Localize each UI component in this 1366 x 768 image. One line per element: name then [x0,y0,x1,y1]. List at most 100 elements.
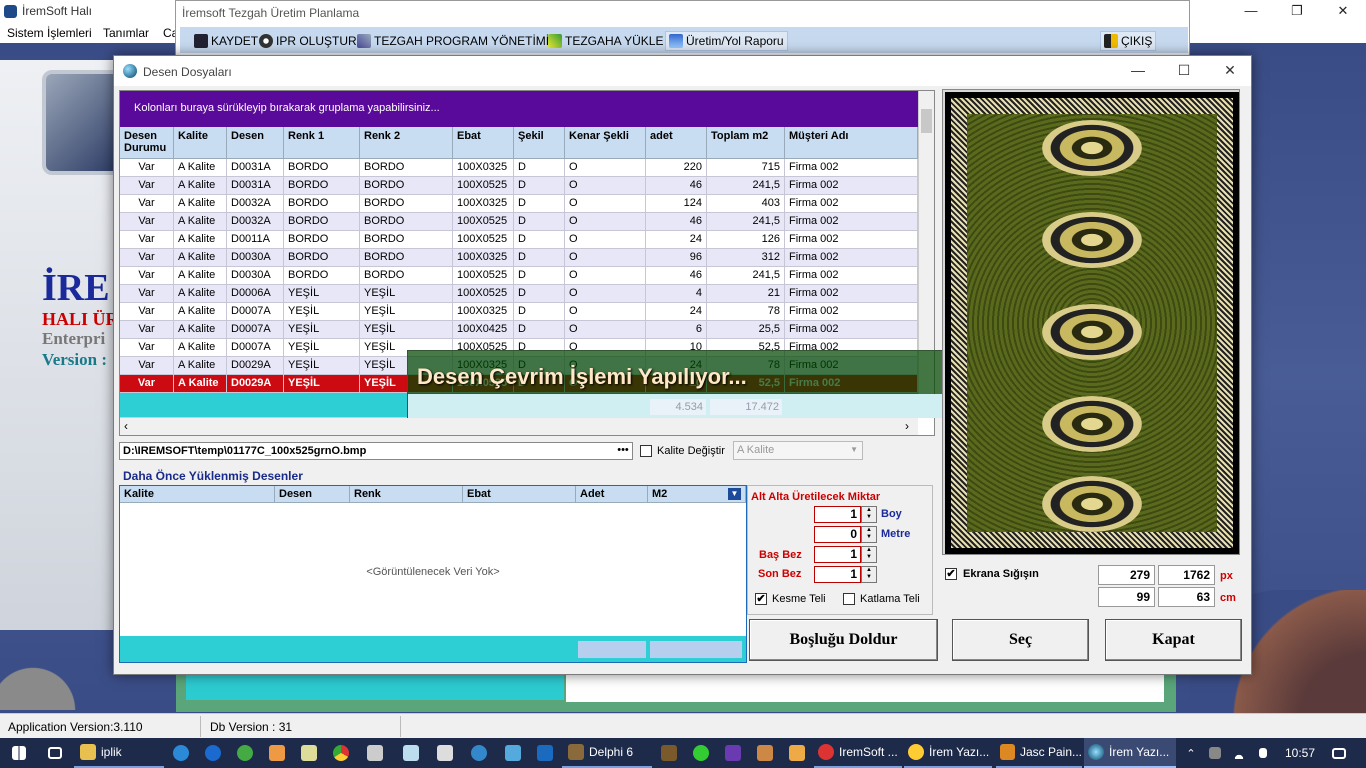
taskbar-chrome[interactable] [328,738,354,768]
column-header[interactable]: Renk 2 [360,127,453,159]
column-header[interactable]: Kalite [120,486,275,503]
column-header[interactable]: Toplam m2 [707,127,785,159]
save-button[interactable]: KAYDET [194,31,258,51]
scroll-left-icon[interactable]: ‹ [124,419,128,433]
stepper-arrows-icon[interactable]: ▲ ▼ [861,526,877,543]
table-row[interactable]: Var A Kalite D0030A BORDO BORDO 100X0525 D O 46 2… [120,267,918,285]
table-row[interactable]: Var A Kalite D0007A YEŞİL YEŞİL 100X0425 D O 6 25… [120,321,918,339]
dialog-close-button[interactable]: ✕ [1207,56,1253,86]
clock[interactable]: 10:57 [1278,738,1322,768]
taskbar-app[interactable] [362,738,388,768]
taskbar-ie[interactable] [168,738,194,768]
taskbar-edge[interactable] [200,738,226,768]
close-button[interactable]: ✕ [1320,0,1366,23]
scroll-thumb[interactable] [921,109,932,133]
kalite-degistir-checkbox[interactable] [640,445,652,457]
load-to-loom-button[interactable]: TEZGAHA YÜKLE [548,31,663,51]
group-by-panel[interactable]: Kolonları buraya sürükleyip bırakarak gr… [120,91,918,127]
menu-tanimlar[interactable]: Tanımlar [103,26,149,40]
taskbar-iremsoft[interactable]: IremSoft ... [814,738,902,768]
dialog-minimize-button[interactable]: — [1115,56,1161,86]
program-management-button[interactable]: TEZGAH PROGRAM YÖNETİMİ [357,31,549,51]
kalite-dropdown[interactable]: A Kalite ▼ [733,441,863,460]
taskbar-calculator[interactable] [432,738,458,768]
exit-button[interactable]: ÇIKIŞ [1100,31,1157,51]
boy-stepper[interactable]: 1 ▲ ▼ [814,506,877,523]
column-header[interactable]: Renk 1 [284,127,360,159]
column-filter-icon[interactable]: ▼ [728,488,741,500]
column-header[interactable]: Kenar Şekli [565,127,646,159]
task-view-button[interactable] [40,738,70,768]
son-bez-stepper[interactable]: 1 ▲ ▼ [814,566,877,583]
menu-sistem[interactable]: Sistem İşlemleri [7,26,92,40]
taskbar-visual-studio[interactable] [720,738,746,768]
taskbar-app[interactable] [296,738,322,768]
taskbar-jasc-paint[interactable]: Jasc Pain... [996,738,1082,768]
column-header[interactable]: Adet [576,486,648,503]
taskbar-iplik[interactable]: iplik [74,738,164,768]
bas-bez-stepper[interactable]: 1 ▲ ▼ [814,546,877,563]
taskbar-irem-yazi-1[interactable]: İrem Yazı... [904,738,992,768]
column-header[interactable]: Desen [227,127,284,159]
tray-app[interactable] [1204,738,1226,768]
select-button[interactable]: Seç [952,619,1089,661]
browse-button[interactable]: ••• [614,444,632,458]
metre-stepper[interactable]: 0 ▲ ▼ [814,526,877,543]
file-path-field[interactable]: D:\IREMSOFT\temp\01177C_100x525grnO.bmp [119,442,633,460]
tray-chevron[interactable]: ⌃ [1180,738,1202,768]
grid-horizontal-scrollbar[interactable]: ‹ › [120,417,918,435]
bas-bez-value[interactable]: 1 [814,546,861,563]
column-header[interactable]: Renk [350,486,463,503]
production-report-button[interactable]: Üretim/Yol Raporu [665,31,788,51]
tray-volume[interactable] [1252,738,1274,768]
column-header[interactable]: adet [646,127,707,159]
tray-network[interactable] [1228,738,1250,768]
column-header[interactable]: Ebat [453,127,514,159]
table-row[interactable]: Var A Kalite D0030A BORDO BORDO 100X0325 D O 96 3… [120,249,918,267]
taskbar-app[interactable] [500,738,526,768]
column-header[interactable]: Desen Durumu [120,127,174,159]
metre-value[interactable]: 0 [814,526,861,543]
taskbar-app[interactable] [264,738,290,768]
fill-gap-button[interactable]: Boşluğu Doldur [749,619,938,661]
column-header[interactable]: Ebat [463,486,576,503]
restore-button[interactable]: ❐ [1274,0,1320,23]
table-row[interactable]: Var A Kalite D0031A BORDO BORDO 100X0325 D O 220… [120,159,918,177]
column-header[interactable]: Müşteri Adı [785,127,918,159]
taskbar-app[interactable] [656,738,682,768]
taskbar-delphi[interactable]: Delphi 6 [562,738,652,768]
table-row[interactable]: Var A Kalite D0011A BORDO BORDO 100X0525 D O 24 1… [120,231,918,249]
table-row[interactable]: Var A Kalite D0032A BORDO BORDO 100X0525 D O 46 2… [120,213,918,231]
taskbar-app[interactable] [688,738,714,768]
taskbar-app[interactable] [466,738,492,768]
column-header[interactable]: Desen [275,486,350,503]
katlama-teli-checkbox[interactable] [843,593,855,605]
close-dialog-button[interactable]: Kapat [1105,619,1242,661]
table-row[interactable]: Var A Kalite D0031A BORDO BORDO 100X0525 D O 46 2… [120,177,918,195]
taskbar-app[interactable] [784,738,810,768]
boy-value[interactable]: 1 [814,506,861,523]
stepper-arrows-icon[interactable]: ▲ ▼ [861,566,877,583]
notification-button[interactable] [1324,738,1354,768]
taskbar-notepad[interactable] [398,738,424,768]
kesme-teli-checkbox[interactable]: ✔ [755,593,767,605]
ekrana-sigisin-checkbox[interactable]: ✔ [945,568,957,580]
start-button[interactable] [0,738,38,768]
taskbar-app[interactable] [232,738,258,768]
table-row[interactable]: Var A Kalite D0032A BORDO BORDO 100X0325 D O 124… [120,195,918,213]
ipr-button[interactable]: IPR OLUŞTUR [259,31,357,51]
minimize-button[interactable]: — [1228,0,1274,23]
dialog-maximize-button[interactable]: ☐ [1161,56,1207,86]
table-row[interactable]: Var A Kalite D0006A YEŞİL YEŞİL 100X0525 D O 4 21… [120,285,918,303]
column-header[interactable]: Şekil [514,127,565,159]
taskbar-app[interactable] [752,738,778,768]
column-header[interactable]: Kalite [174,127,227,159]
taskbar-irem-yazi-2[interactable]: İrem Yazı... [1084,738,1176,768]
taskbar-outlook[interactable] [532,738,558,768]
scroll-right-icon[interactable]: › [905,419,909,433]
stepper-arrows-icon[interactable]: ▲ ▼ [861,546,877,563]
son-bez-value[interactable]: 1 [814,566,861,583]
table-row[interactable]: Var A Kalite D0007A YEŞİL YEŞİL 100X0325 D O 24 7… [120,303,918,321]
previous-patterns-grid[interactable]: Kalite Desen Renk Ebat Adet M2 ▼ <Görünt… [119,485,747,663]
stepper-arrows-icon[interactable]: ▲ ▼ [861,506,877,523]
